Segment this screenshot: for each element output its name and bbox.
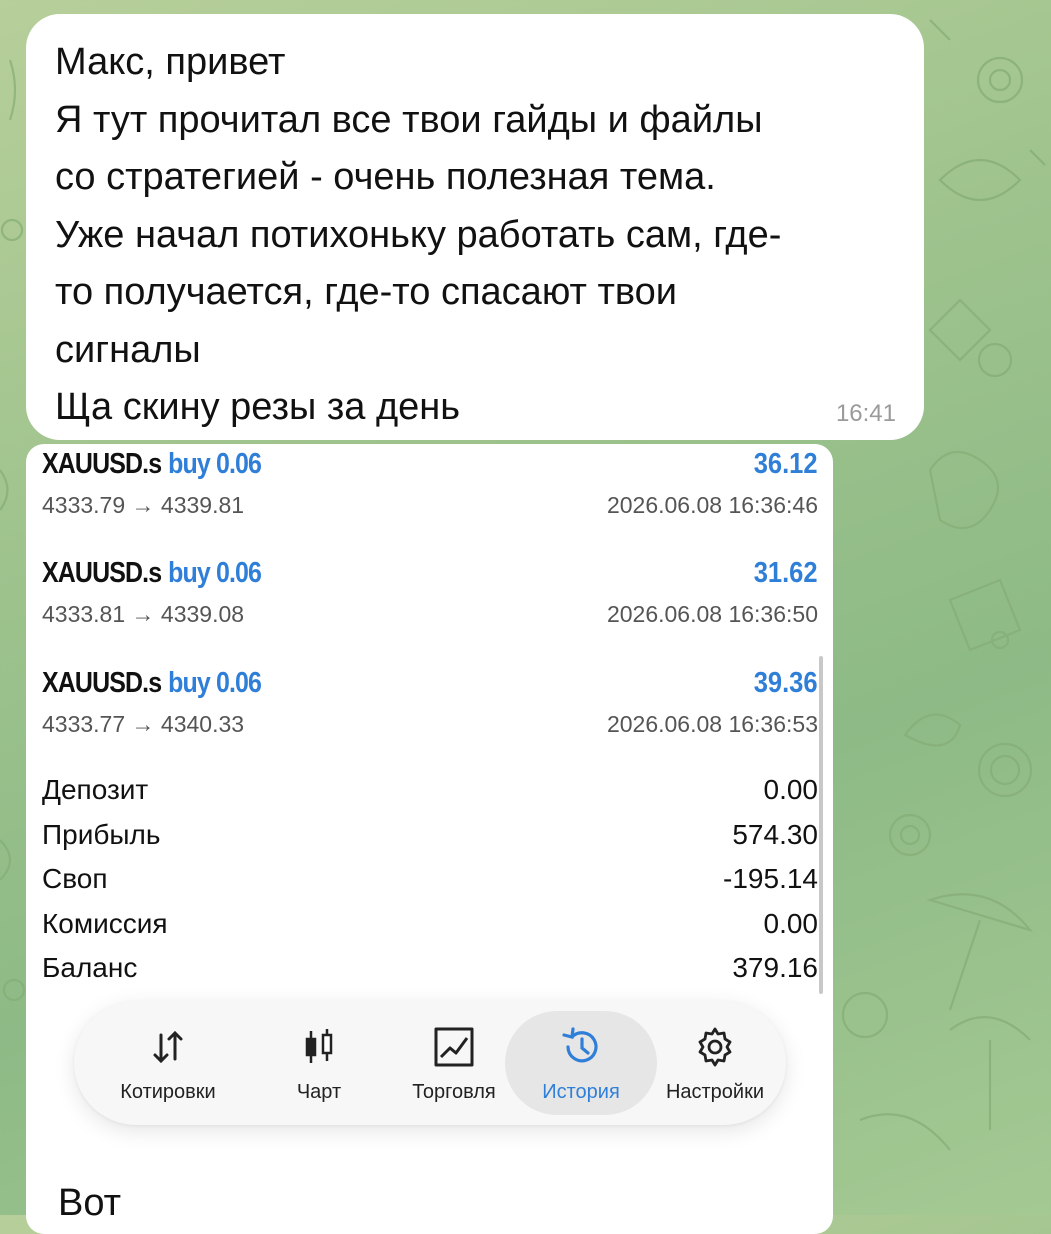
summary-label: Прибыль xyxy=(42,819,161,850)
message-line: Уже начал потихоньку работать сам, где- xyxy=(55,213,782,256)
deal-prices: 4333.81 → 4339.08 xyxy=(42,601,245,627)
deal-prices: 4333.79 → 4339.81 xyxy=(42,492,245,518)
incoming-message-bubble: Макс, привет Я тут прочитал все твои гай… xyxy=(26,14,924,440)
tab-label: Чарт xyxy=(296,1081,342,1103)
tab-label: Настройки xyxy=(665,1081,765,1103)
deal-side: buy 0.06 xyxy=(168,557,262,589)
summary-value: 0.00 xyxy=(763,908,819,939)
tab-label: Котировки xyxy=(120,1081,216,1103)
deal-prices: 4333.77 → 4340.33 xyxy=(42,711,245,737)
summary-deposit: Депозит 0.00 xyxy=(42,774,818,818)
deal-profit: 36.12 xyxy=(754,448,818,480)
deal-row: XAUUSD.s buy 0.06 31.62 4333.81 → 4339.08… xyxy=(42,557,818,647)
message-line: то получается, где-то спасают твои xyxy=(55,271,677,313)
message-line: Я тут прочитал все твои гайды и файлы xyxy=(55,98,763,141)
bottom-tab-bar: Котировки Чарт Торговля История Настройк… xyxy=(74,1001,786,1125)
deal-profit: 31.62 xyxy=(754,557,818,589)
message-timestamp: 16:41 xyxy=(835,400,896,427)
summary-label: Своп xyxy=(42,863,108,894)
summary-label: Депозит xyxy=(42,774,149,805)
message-line: сигналы xyxy=(55,328,201,371)
deal-datetime: 2026.06.08 16:36:46 xyxy=(606,492,818,518)
deal-symbol: XAUUSD.s buy 0.06 xyxy=(42,448,262,480)
tab-settings[interactable]: Настройки xyxy=(659,1011,771,1115)
trade-chart-icon xyxy=(434,1027,474,1067)
deal-datetime: 2026.06.08 16:36:50 xyxy=(606,601,818,627)
scrollbar[interactable] xyxy=(819,656,823,994)
summary-label: Комиссия xyxy=(42,908,168,939)
summary-balance: Баланс 379.16 xyxy=(42,952,818,996)
tab-chart[interactable]: Чарт xyxy=(264,1011,374,1115)
deal-side: buy 0.06 xyxy=(168,667,262,699)
deal-symbol: XAUUSD.s buy 0.06 xyxy=(42,667,262,699)
deal-row: XAUUSD.s buy 0.06 39.36 4333.77 → 4340.33… xyxy=(42,667,818,757)
quotes-arrows-icon xyxy=(153,1030,183,1064)
summary-commission: Комиссия 0.00 xyxy=(42,908,818,952)
summary-value: -195.14 xyxy=(723,863,818,894)
deal-row: XAUUSD.s buy 0.06 36.12 4333.79 → 4339.81… xyxy=(42,448,818,538)
image-message-trade-history[interactable]: XAUUSD.s buy 0.06 36.12 4333.79 → 4339.81… xyxy=(26,444,833,1234)
deal-symbol: XAUUSD.s buy 0.06 xyxy=(42,557,262,589)
next-message-text: Вот xyxy=(58,1182,122,1224)
deal-datetime: 2026.06.08 16:36:53 xyxy=(606,711,818,737)
candlestick-icon xyxy=(305,1029,333,1063)
summary-value: 574.30 xyxy=(732,819,818,850)
message-line: со стратегией - очень полезная тема. xyxy=(55,156,716,198)
summary-swap: Своп -195.14 xyxy=(42,863,818,907)
summary-profit: Прибыль 574.30 xyxy=(42,819,818,863)
summary-value: 0.00 xyxy=(763,774,819,805)
message-line: Макс, привет xyxy=(55,41,286,83)
tab-history[interactable]: История xyxy=(505,1011,657,1115)
tab-quotes[interactable]: Котировки xyxy=(98,1011,238,1115)
history-clock-icon xyxy=(562,1027,598,1063)
deal-profit: 39.36 xyxy=(754,667,818,699)
message-line: Ща скину резы за день xyxy=(55,386,461,428)
deal-side: buy 0.06 xyxy=(168,448,262,480)
gear-icon xyxy=(698,1027,732,1067)
summary-value: 379.16 xyxy=(732,952,818,983)
summary-label: Баланс xyxy=(42,952,138,983)
tab-trade[interactable]: Торговля xyxy=(384,1011,524,1115)
tab-label: Торговля xyxy=(412,1081,496,1103)
tab-label: История xyxy=(542,1081,620,1103)
